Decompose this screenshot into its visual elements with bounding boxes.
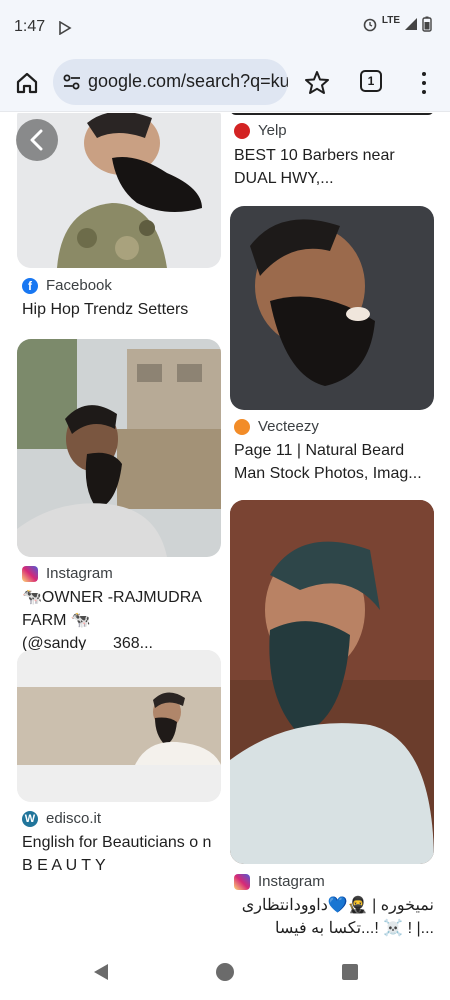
browser-toolbar: google.com/search?q=ku 1 bbox=[0, 56, 450, 112]
wordpress-icon: W bbox=[22, 810, 38, 827]
address-bar[interactable]: google.com/search?q=ku bbox=[53, 59, 288, 105]
bearded-man-photo bbox=[17, 339, 221, 557]
back-button[interactable] bbox=[16, 119, 58, 161]
result-source[interactable]: Instagram bbox=[234, 873, 325, 890]
result-image[interactable] bbox=[230, 206, 434, 410]
vecteezy-icon bbox=[234, 418, 250, 435]
more-options-button[interactable] bbox=[412, 69, 436, 97]
image-results: f Facebook Hip Hop Trendz Setters Instag… bbox=[0, 113, 450, 945]
menu-dot bbox=[422, 81, 426, 85]
menu-dot bbox=[422, 90, 426, 94]
menu-dot bbox=[422, 72, 426, 76]
bearded-man-photo bbox=[230, 206, 434, 410]
nav-home-button[interactable] bbox=[216, 963, 234, 981]
nav-recents-button[interactable] bbox=[342, 964, 358, 980]
bearded-man-photo bbox=[17, 650, 221, 802]
result-source[interactable]: W edisco.it bbox=[22, 810, 101, 827]
instagram-icon bbox=[234, 873, 250, 890]
home-icon bbox=[16, 72, 38, 94]
result-image[interactable] bbox=[17, 650, 221, 802]
result-title[interactable]: English for Beauticians o n B E A U T Y bbox=[22, 831, 222, 877]
instagram-icon bbox=[22, 565, 38, 582]
result-source[interactable]: Vecteezy bbox=[234, 418, 319, 435]
tab-switcher-button[interactable]: 1 bbox=[360, 70, 382, 92]
status-time: 1:47 bbox=[14, 18, 46, 35]
network-type: LTE bbox=[381, 14, 400, 26]
result-title[interactable]: Hip Hop Trendz Setters bbox=[22, 298, 217, 321]
source-name: Vecteezy bbox=[258, 418, 319, 435]
result-title[interactable]: نمیخوره | 🥷💙داوودانتظاری ...| ! ☠️ !...ت… bbox=[234, 894, 434, 940]
result-title[interactable]: BEST 10 Barbers near DUAL HWY,... bbox=[234, 144, 429, 190]
result-source[interactable]: Instagram bbox=[22, 565, 113, 582]
status-icons: LTE bbox=[362, 14, 432, 32]
bearded-man-photo bbox=[230, 500, 434, 864]
yelp-icon bbox=[234, 122, 250, 139]
source-name: Instagram bbox=[258, 873, 325, 890]
result-title[interactable]: Page 11 | Natural Beard Man Stock Photos… bbox=[234, 439, 434, 485]
site-settings-icon[interactable] bbox=[63, 72, 81, 92]
result-title[interactable]: 🐄OWNER -RAJMUDRA FARM 🐄 (@sandy___368... bbox=[22, 586, 222, 655]
facebook-icon: f bbox=[22, 277, 38, 294]
result-image-partial[interactable] bbox=[230, 113, 434, 115]
url-text[interactable]: google.com/search?q=ku bbox=[88, 71, 288, 92]
source-name: Yelp bbox=[258, 122, 287, 139]
alarm-icon bbox=[363, 18, 377, 32]
system-navigation-bar bbox=[0, 945, 450, 1000]
bookmark-star-icon[interactable] bbox=[303, 69, 331, 97]
source-name: Facebook bbox=[46, 277, 112, 294]
source-name: edisco.it bbox=[46, 810, 102, 827]
signal-icon bbox=[405, 18, 417, 30]
home-button[interactable] bbox=[12, 68, 42, 98]
status-bar: 1:47 LTE bbox=[0, 0, 450, 56]
result-source[interactable]: Yelp bbox=[234, 122, 287, 139]
result-image[interactable] bbox=[17, 339, 221, 557]
result-source[interactable]: f Facebook bbox=[22, 277, 112, 294]
source-name: Instagram bbox=[46, 565, 113, 582]
result-image[interactable] bbox=[230, 500, 434, 864]
chevron-left-icon bbox=[30, 129, 43, 151]
nav-back-icon[interactable] bbox=[92, 963, 110, 981]
battery-icon bbox=[422, 16, 432, 32]
play-store-icon bbox=[59, 21, 72, 35]
